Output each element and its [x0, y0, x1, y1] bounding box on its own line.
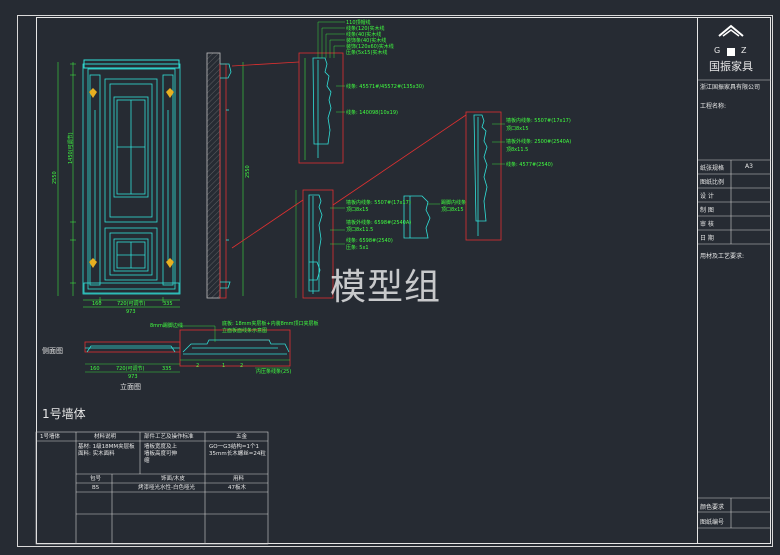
dim-total-width: 973	[126, 309, 136, 315]
watermark: 模型组	[330, 267, 442, 308]
review-label: 审 核	[700, 221, 714, 228]
design-label: 设 计	[700, 193, 714, 200]
right-detail	[465, 111, 505, 241]
svg-text:顶口8x15: 顶口8x15	[506, 126, 529, 132]
table-header-finish: 饰面/木皮	[161, 476, 185, 482]
drawing-no-label: 图纸编号	[700, 519, 725, 526]
svg-text:立面板面线条示意图: 立面板面线条示意图	[222, 327, 267, 334]
svg-text:线条: 6598#(2540): 线条: 6598#(2540)	[346, 237, 393, 244]
sheet-size-value: A3	[745, 163, 753, 170]
table-finish-value: 烤漆哑光水性-白色哑光	[138, 485, 195, 491]
svg-text:顶口8x11.5: 顶口8x11.5	[346, 227, 373, 233]
section-title: 1号墙体	[42, 407, 86, 421]
svg-text:装饰(120x60)实木线: 装饰(120x60)实木线	[346, 43, 394, 50]
plan-view-labels: 160 720(可调节) 335 973 8mm踢脚边线 底板: 18mm夹层板…	[90, 320, 319, 380]
table-header-pack: 包号	[90, 476, 102, 482]
scale-label: 图纸比例	[700, 179, 725, 186]
dim-upper-panel: 1450(可调节)	[67, 132, 74, 164]
logo-letter-g: G	[714, 46, 721, 55]
svg-text:墙板外线条: 2500#(2540A): 墙板外线条: 2500#(2540A)	[506, 138, 571, 145]
table-usage-value: 47板木	[228, 485, 246, 491]
svg-text:踢脚内线条: 踢脚内线条	[441, 199, 466, 206]
dim-bottom-right: 335	[163, 301, 173, 307]
table-header-process: 部件工艺及操作标准	[144, 434, 194, 440]
side-view-label: 侧面图	[42, 347, 63, 355]
svg-text:墙板内线条: 5507#(17x17): 墙板内线条: 5507#(17x17)	[506, 117, 571, 124]
color-req-label: 颜色要求	[700, 504, 725, 511]
svg-text:墙板外线条: 6598#(2540A): 墙板外线条: 6598#(2540A)	[346, 219, 411, 226]
table-pack-value: B5	[92, 485, 100, 491]
dim-side-height: 2550	[245, 165, 251, 178]
sheet-size-label: 纸张规格	[700, 165, 725, 172]
svg-text:墙板内线条: 5507#(17x17): 墙板内线条: 5507#(17x17)	[346, 199, 411, 206]
svg-text:8mm踢脚边线: 8mm踢脚边线	[150, 322, 183, 329]
front-elevation	[82, 59, 181, 295]
svg-text:内压条线条(25): 内压条线条(25)	[256, 368, 291, 375]
dim-bottom-mid: 720(可调节)	[117, 300, 145, 307]
right-detail-labels: 墙板内线条: 5507#(17x17) 顶口8x15 墙板外线条: 2500#(…	[506, 117, 571, 168]
title-block	[697, 17, 771, 544]
svg-text:压条(5x15)实木线: 压条(5x15)实木线	[346, 49, 387, 56]
table-header-hardware: 五金	[236, 434, 248, 440]
front-dimension-lines	[57, 62, 180, 308]
svg-text:2: 2	[196, 363, 199, 369]
top-detail-labels: 110顶帽线 线条(120)实木线 线条(40)实木线 装饰条(40)实木线 装…	[346, 19, 424, 116]
logo-brand: 国振家具	[709, 60, 753, 73]
svg-text:线条: 4577#(2540): 线条: 4577#(2540)	[506, 161, 553, 168]
side-section	[206, 52, 244, 299]
plan-view-label: 立面图	[120, 383, 141, 391]
svg-text:110顶帽线: 110顶帽线	[346, 19, 371, 26]
table-header-material: 材料说明	[94, 434, 117, 440]
table-process-desc: 墙板宽度及上 墙板高度可伸 缩	[144, 444, 178, 464]
svg-text:线条: 45571#/45572#(135x30): 线条: 45571#/45572#(135x30)	[346, 83, 424, 90]
spec-table: 1号墙体 材料说明 部件工艺及操作标准 五金 基材: 1级18MM夹层板 面料:…	[36, 432, 270, 544]
drawing-label: 制 图	[700, 207, 714, 214]
svg-text:2: 2	[240, 363, 243, 369]
svg-text:线条(120)实木线: 线条(120)实木线	[346, 25, 384, 32]
svg-text:顶口8x15: 顶口8x15	[346, 207, 369, 213]
middle-detail-labels: 墙板内线条: 5507#(17x17) 顶口8x15 墙板外线条: 6598#(…	[346, 199, 466, 251]
table-header-usage: 用料	[233, 476, 245, 482]
gold-ornaments	[89, 88, 174, 268]
table-hardware-desc: GO一G3结构=1个1 35mm长木螺丝=24粒	[209, 444, 266, 457]
project-name-label: 工程名称:	[700, 103, 727, 110]
dim-total-height: 2550	[52, 171, 58, 184]
date-label: 日 期	[700, 235, 714, 242]
svg-text:720(可调节): 720(可调节)	[116, 365, 144, 372]
svg-text:335: 335	[162, 366, 172, 372]
materials-label: 用材及工艺要求:	[700, 253, 745, 260]
svg-text:973: 973	[128, 374, 138, 380]
svg-text:顶口8x15: 顶口8x15	[441, 207, 464, 213]
svg-text:160: 160	[90, 366, 100, 372]
dim-bottom-left: 160	[92, 301, 102, 307]
svg-text:顶8x11.5: 顶8x11.5	[506, 147, 528, 153]
svg-text:底板: 18mm夹层板+内装8mm顶口夹层板: 底板: 18mm夹层板+内装8mm顶口夹层板	[222, 320, 319, 327]
top-molding-detail	[298, 21, 345, 164]
svg-text:1: 1	[222, 363, 225, 369]
svg-text:装饰条(40)实木线: 装饰条(40)实木线	[346, 37, 386, 44]
table-material-desc: 基材: 1级18MM夹层板 面料: 实木面料	[78, 444, 135, 457]
logo-letter-z: Z	[741, 46, 747, 55]
company-name: 浙江国振家具有限公司	[700, 84, 761, 91]
svg-text:线条(40)实木线: 线条(40)实木线	[346, 31, 381, 38]
svg-text:线条: 140098(10x19): 线条: 140098(10x19)	[346, 109, 398, 116]
table-header-wall: 1号墙体	[40, 434, 60, 440]
svg-text:压条: 5x1: 压条: 5x1	[346, 244, 369, 251]
